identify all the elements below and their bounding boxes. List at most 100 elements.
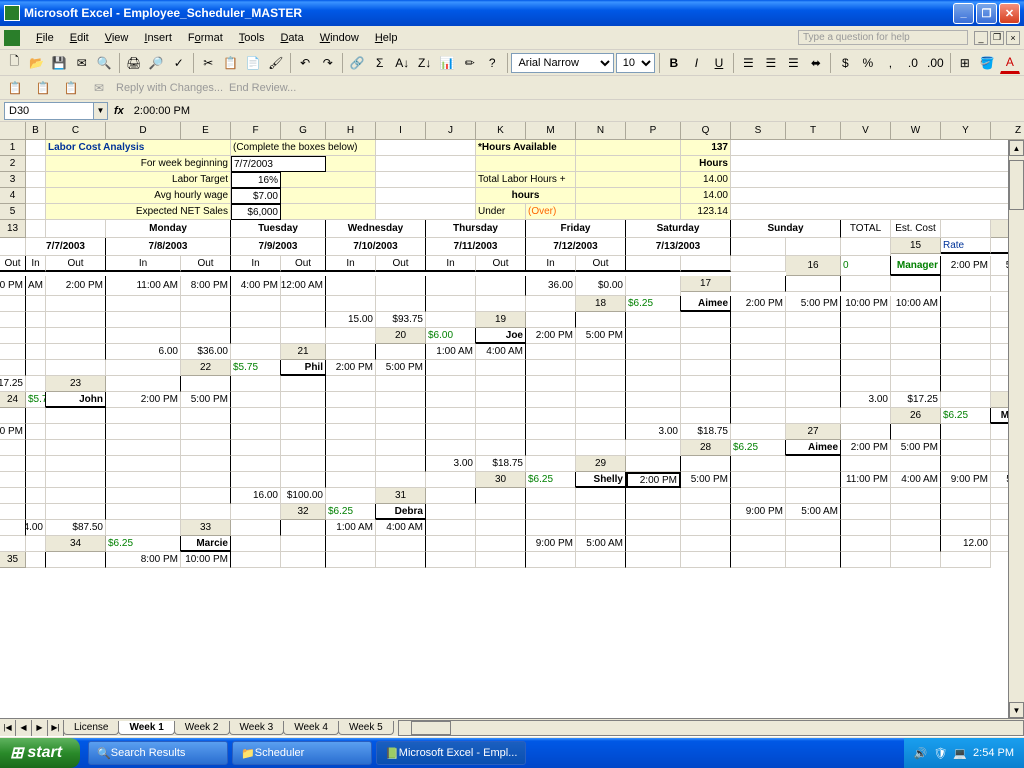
shift-out[interactable]	[786, 392, 841, 408]
cell[interactable]	[891, 424, 941, 440]
cell[interactable]	[941, 392, 991, 408]
cell[interactable]	[576, 156, 681, 172]
percent-icon[interactable]: %	[858, 52, 879, 74]
shift-in[interactable]	[731, 456, 786, 472]
cell[interactable]	[376, 156, 476, 172]
shift-in[interactable]: 2:00 PM	[106, 392, 181, 408]
cell[interactable]	[26, 220, 46, 238]
row-header-29[interactable]: 29	[576, 456, 626, 472]
shift-in[interactable]	[526, 520, 576, 536]
shift-out[interactable]	[891, 276, 941, 292]
out-header[interactable]: Out	[376, 256, 426, 272]
shift-in[interactable]	[626, 344, 681, 360]
shift-out[interactable]	[786, 344, 841, 360]
cell[interactable]	[376, 172, 476, 188]
day-Thursday[interactable]: Thursday	[426, 220, 526, 238]
total-cell[interactable]: 16.00	[231, 488, 281, 504]
shift-in[interactable]	[426, 504, 476, 520]
cell[interactable]	[26, 156, 46, 172]
italic-button[interactable]: I	[686, 52, 707, 74]
cell[interactable]	[626, 276, 681, 296]
wage[interactable]: $7.00	[231, 188, 281, 204]
col-header-M[interactable]: M	[526, 122, 576, 140]
shift-in[interactable]	[426, 424, 476, 440]
shift-out[interactable]	[891, 504, 941, 520]
shift-in[interactable]	[231, 296, 281, 312]
shift-in[interactable]	[626, 328, 681, 344]
shift-in[interactable]	[426, 392, 476, 408]
horizontal-scrollbar[interactable]	[398, 720, 1024, 736]
font-select[interactable]: Arial Narrow	[511, 53, 613, 73]
shift-out[interactable]	[376, 376, 426, 392]
rate-cell[interactable]: 0	[841, 256, 891, 276]
menu-view[interactable]: View	[97, 30, 137, 46]
redo-icon[interactable]: ↷	[317, 52, 338, 74]
day-Monday[interactable]: Monday	[106, 220, 231, 238]
total-cell[interactable]	[231, 328, 281, 344]
shift-out[interactable]	[786, 536, 841, 552]
shift-out[interactable]	[476, 360, 526, 376]
menu-file[interactable]: File	[28, 30, 62, 46]
sort-desc-icon[interactable]: Z↓	[414, 52, 435, 74]
tab-prev-icon[interactable]: ◀	[16, 720, 32, 736]
review-icon2[interactable]: 📋	[32, 77, 54, 99]
autosum-icon[interactable]: Σ	[369, 52, 390, 74]
row-header-1[interactable]: 1	[0, 140, 26, 156]
shift-out[interactable]	[891, 488, 941, 504]
shift-out[interactable]	[576, 424, 626, 440]
cell[interactable]	[576, 188, 681, 204]
shift-in[interactable]: 8:00 PM	[106, 552, 181, 568]
review-icon1[interactable]: 📋	[4, 77, 26, 99]
shift-out[interactable]	[181, 440, 231, 456]
cost-cell[interactable]	[476, 296, 526, 312]
help-icon[interactable]: ?	[482, 52, 503, 74]
cell[interactable]	[281, 204, 376, 220]
shift-out[interactable]: 3:00 PM	[0, 276, 26, 296]
employee-name[interactable]: Shelly	[576, 472, 626, 488]
shift-out[interactable]	[0, 296, 26, 312]
shift-in[interactable]	[26, 504, 46, 520]
shift-out[interactable]	[376, 536, 426, 552]
menu-format[interactable]: Format	[180, 30, 231, 46]
day-Friday[interactable]: Friday	[526, 220, 626, 238]
row-header-35[interactable]: 35	[0, 552, 26, 568]
shift-in[interactable]: 8:00 AM	[26, 276, 46, 296]
row-header-32[interactable]: 32	[281, 504, 326, 520]
shift-in[interactable]	[731, 376, 786, 392]
col-header-W[interactable]: W	[891, 122, 941, 140]
week-begin[interactable]: 7/7/2003	[231, 156, 326, 172]
row-header-33[interactable]: 33	[181, 520, 231, 536]
cost-cell[interactable]: $17.25	[891, 392, 941, 408]
shift-out[interactable]	[46, 408, 106, 424]
cell[interactable]	[26, 188, 46, 204]
shift-in[interactable]	[626, 520, 681, 536]
cost-cell[interactable]: $36.00	[181, 344, 231, 360]
shift-out[interactable]	[376, 552, 426, 568]
day-Saturday[interactable]: Saturday	[626, 220, 731, 238]
shift-out[interactable]	[476, 536, 526, 552]
shift-out[interactable]	[46, 472, 106, 488]
excel-icon[interactable]	[4, 30, 20, 46]
shift-in[interactable]	[106, 408, 181, 424]
tray-icon3[interactable]: 💻	[953, 747, 967, 760]
hours2-label[interactable]: hours	[476, 188, 576, 204]
shift-out[interactable]	[891, 312, 941, 328]
shift-in[interactable]	[26, 488, 46, 504]
shift-out[interactable]	[0, 456, 26, 472]
shift-out[interactable]	[891, 520, 941, 536]
shift-in[interactable]	[231, 424, 281, 440]
align-right-icon[interactable]: ☰	[783, 52, 804, 74]
shift-in[interactable]	[326, 408, 376, 424]
cost-cell[interactable]	[0, 536, 26, 552]
shift-in[interactable]	[26, 472, 46, 488]
maximize-button[interactable]: ❐	[976, 3, 997, 24]
copy-icon[interactable]: 📋	[220, 52, 241, 74]
shift-out[interactable]	[681, 408, 731, 424]
shift-in[interactable]	[731, 488, 786, 504]
date[interactable]: 7/11/2003	[426, 238, 526, 256]
sheet-tab-week-5[interactable]: Week 5	[338, 721, 394, 735]
tray-icon[interactable]: 🔊	[914, 747, 928, 760]
row-header-19[interactable]: 19	[476, 312, 526, 328]
shift-in[interactable]	[731, 392, 786, 408]
shift-out[interactable]	[0, 312, 26, 328]
